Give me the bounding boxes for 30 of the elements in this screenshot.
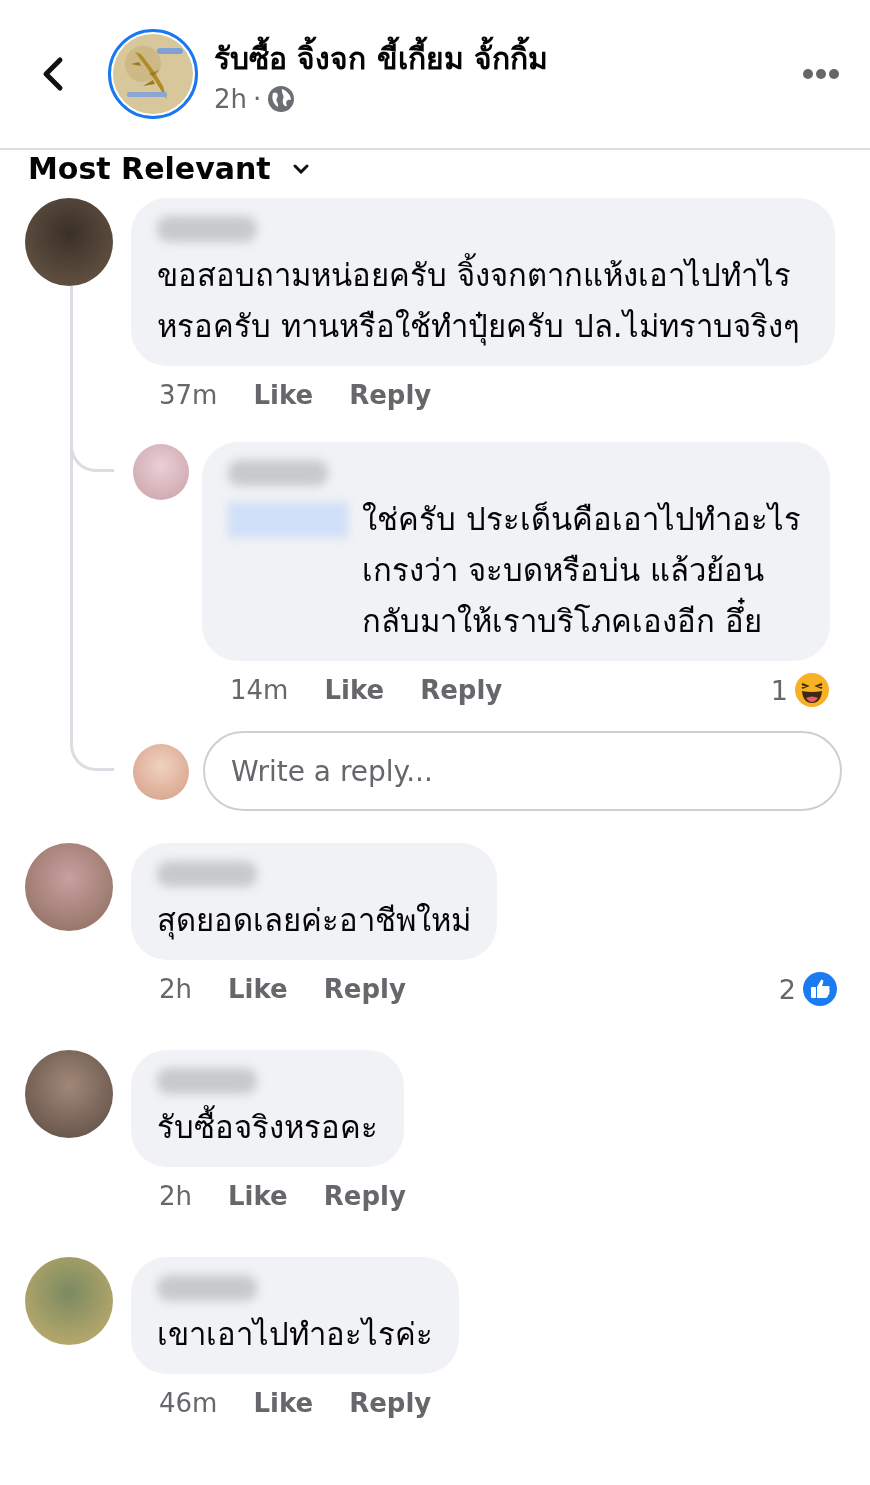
reply-link[interactable]: Reply	[349, 380, 432, 410]
comment-time: 46m	[159, 1388, 218, 1418]
reply-link[interactable]: Reply	[323, 1181, 406, 1211]
like-link[interactable]: Like	[253, 1388, 314, 1418]
thumbs-up-icon	[802, 971, 838, 1007]
page-name[interactable]: รับซื้อ จิ้งจก ขี้เกี้ยม จั้กกิ้ม	[214, 34, 802, 82]
like-link[interactable]: Like	[324, 675, 385, 705]
comment-text: เขาเอาไปทำอะไรค่ะ	[157, 1316, 433, 1352]
comment-text: ใช่ครับ ประเด็นคือเอาไปทำอะไร เกรงว่า จะบดหรือบ่น แล้วย้อนกลับมาให้เราบริโภคเองอีก อึ๋ย	[362, 500, 802, 641]
caret-icon	[292, 164, 309, 174]
reaction-count: 2	[778, 973, 796, 1005]
sort-dropdown[interactable]: Most Relevant	[0, 150, 309, 188]
comment-time: 14m	[230, 675, 289, 705]
like-link[interactable]: Like	[228, 974, 288, 1004]
separator-dot: ·	[253, 83, 262, 114]
more-icon[interactable]	[802, 68, 840, 80]
comment-time: 2h	[159, 974, 193, 1004]
reply-field[interactable]: Write a reply...	[203, 731, 842, 811]
comment-text: สุดยอดเลยค่ะอาชีพใหม่	[157, 902, 471, 938]
laughing-face-icon	[794, 672, 830, 708]
like-link[interactable]: Like	[253, 380, 314, 410]
reply-link[interactable]: Reply	[323, 974, 406, 1004]
globe-icon	[267, 84, 296, 113]
comment-time: 37m	[159, 380, 218, 410]
comment-time: 2h	[159, 1181, 193, 1211]
reaction-count: 1	[770, 674, 788, 706]
like-link[interactable]: Like	[228, 1181, 288, 1211]
reply-link[interactable]: Reply	[349, 1388, 432, 1418]
post-time: 2h	[214, 83, 248, 114]
reply-link[interactable]: Reply	[420, 675, 503, 705]
